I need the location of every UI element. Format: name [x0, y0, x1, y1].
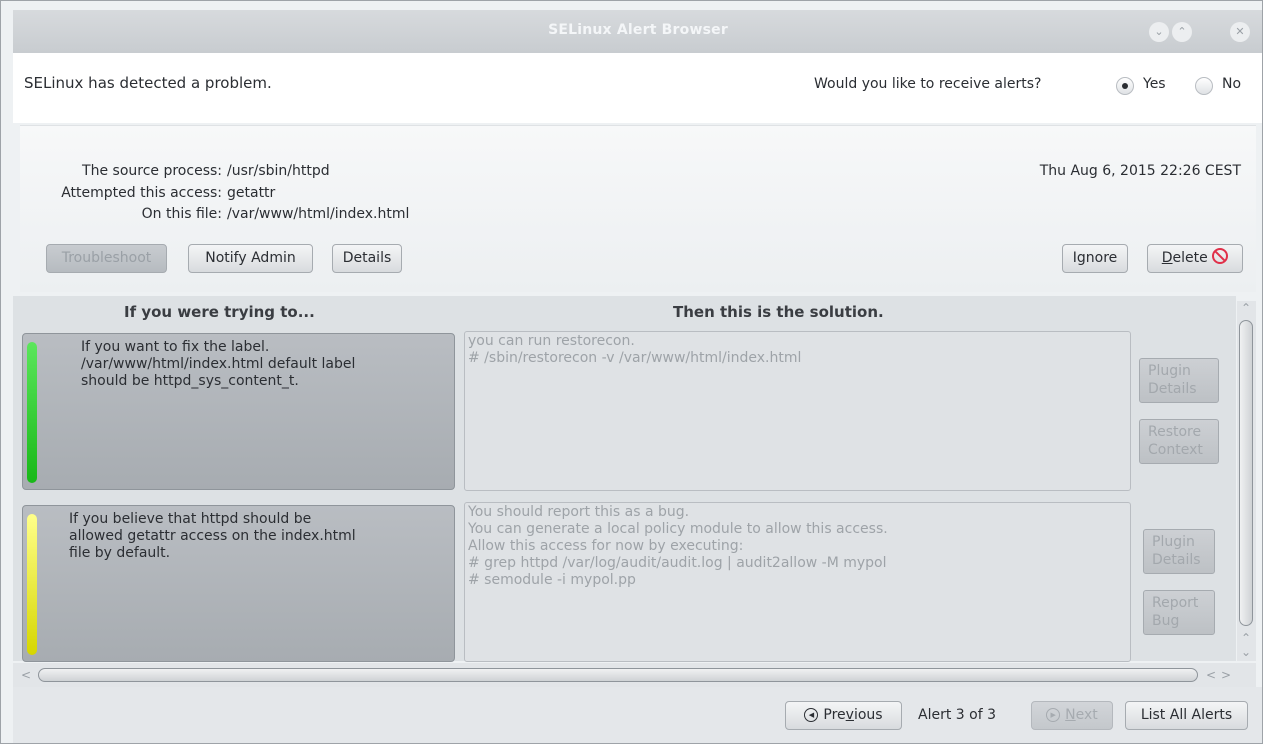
- selinux-alert-window: SELinux Alert Browser ⌄ ⌃ ✕ SELinux has …: [0, 0, 1263, 744]
- radio-selected-dot: [1122, 83, 1128, 89]
- vertical-scroll-thumb[interactable]: [1239, 320, 1253, 626]
- source-process-value: /usr/sbin/httpd: [227, 163, 330, 179]
- source-process-label: The source process:: [82, 163, 222, 179]
- solution-1-plugin-details-button[interactable]: Plugin Details: [1139, 358, 1219, 403]
- confidence-bar-yellow: [27, 514, 37, 655]
- alerts-yes-label[interactable]: Yes: [1143, 76, 1166, 92]
- alerts-no-radio[interactable]: [1195, 77, 1213, 95]
- target-file-value: /var/www/html/index.html: [227, 206, 410, 222]
- attempted-access-label: Attempted this access:: [61, 185, 222, 201]
- scroll-left-small-icon[interactable]: <: [1206, 668, 1216, 682]
- solution-1-trying-card[interactable]: If you want to fix the label./var/www/ht…: [22, 333, 455, 490]
- alerts-yes-radio[interactable]: [1116, 77, 1134, 95]
- window-title: SELinux Alert Browser: [548, 22, 728, 38]
- maximize-button[interactable]: ⌃: [1172, 22, 1192, 42]
- list-all-alerts-button[interactable]: List All Alerts: [1125, 701, 1248, 730]
- alerts-no-label[interactable]: No: [1222, 76, 1241, 92]
- solution-2-trying-text: If you believe that httpd should be allow…: [69, 511, 356, 561]
- report-bug-button[interactable]: Report Bug: [1143, 590, 1215, 635]
- solution-2-trying-card[interactable]: If you believe that httpd should be allow…: [22, 505, 455, 662]
- close-button[interactable]: ✕: [1230, 22, 1250, 42]
- scroll-down-arrow-icon[interactable]: ⌄: [1241, 645, 1251, 659]
- ignore-button[interactable]: Ignore: [1062, 244, 1128, 273]
- solution-2-plugin-details-button[interactable]: Plugin Details: [1143, 529, 1215, 574]
- next-icon: ▶: [1046, 708, 1061, 722]
- notify-admin-button[interactable]: Notify Admin: [188, 244, 313, 273]
- alert-count: Alert 3 of 3: [918, 707, 996, 723]
- details-button[interactable]: Details: [332, 244, 402, 273]
- delete-button[interactable]: Delete: [1147, 244, 1243, 273]
- scroll-up-small-icon[interactable]: ⌃: [1241, 631, 1251, 645]
- previous-icon: ◀: [804, 708, 819, 722]
- solution-1-trying-text: If you want to fix the label./var/www/ht…: [81, 339, 356, 389]
- minimize-button[interactable]: ⌄: [1149, 22, 1169, 42]
- solution-column-header: Then this is the solution.: [673, 303, 884, 321]
- target-file-label: On this file:: [141, 206, 222, 222]
- scroll-left-arrow-icon[interactable]: <: [21, 668, 31, 682]
- restore-context-button[interactable]: Restore Context: [1139, 419, 1219, 464]
- title-bar[interactable]: SELinux Alert Browser ⌄ ⌃ ✕: [13, 10, 1262, 53]
- horizontal-scroll-thumb[interactable]: [38, 668, 1198, 682]
- alert-datetime: Thu Aug 6, 2015 22:26 CEST: [1039, 163, 1241, 179]
- scroll-up-arrow-icon[interactable]: ⌃: [1241, 301, 1251, 315]
- solution-2-text[interactable]: You should report this as a bug. You can…: [464, 502, 1131, 662]
- delete-mnemonic: D: [1161, 250, 1173, 266]
- delete-label: elete: [1172, 250, 1208, 266]
- problem-message: SELinux has detected a problem.: [24, 74, 272, 92]
- trying-column-header: If you were trying to...: [124, 303, 315, 321]
- forbidden-icon: [1212, 248, 1229, 264]
- alerts-question: Would you like to receive alerts?: [814, 76, 1042, 92]
- attempted-access-value: getattr: [227, 185, 276, 201]
- troubleshoot-button[interactable]: Troubleshoot: [46, 244, 167, 273]
- scroll-right-arrow-icon[interactable]: >: [1221, 668, 1231, 682]
- next-button[interactable]: ▶ Next: [1031, 701, 1113, 730]
- previous-button[interactable]: ◀ Previous: [785, 701, 902, 730]
- confidence-bar-green: [27, 342, 37, 483]
- solution-1-text[interactable]: you can run restorecon. # /sbin/restorec…: [464, 331, 1131, 491]
